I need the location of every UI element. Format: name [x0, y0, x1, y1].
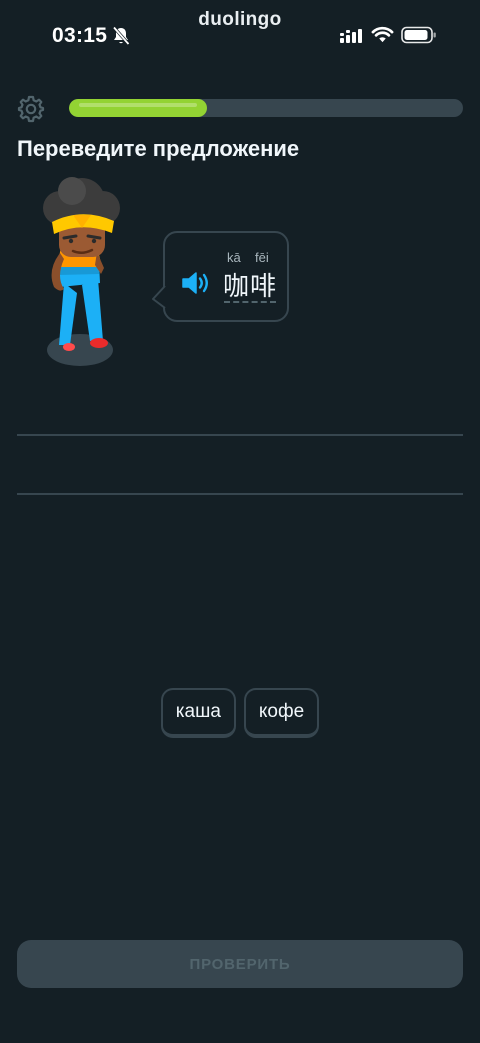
gear-icon[interactable]	[16, 94, 46, 124]
answer-line	[17, 434, 463, 436]
lesson-progress-fill	[69, 99, 207, 117]
cellular-signal-icon	[340, 29, 362, 43]
answer-line	[17, 493, 463, 495]
word-bank: каша кофе	[0, 688, 480, 738]
exercise-prompt: Переведите предложение	[17, 136, 300, 161]
word-tile-kasha[interactable]: каша	[160, 688, 236, 738]
status-bar: 03:15 duolingo	[0, 0, 480, 70]
check-button[interactable]: ПРОВЕРИТЬ	[17, 940, 463, 988]
chinese-phrase[interactable]: 咖啡	[223, 266, 277, 303]
progress-highlight	[79, 103, 197, 107]
lesson-progress-bar	[69, 99, 463, 117]
phrase-hint-underline	[224, 301, 276, 303]
wifi-icon	[371, 26, 394, 43]
word-tile-kofe[interactable]: кофе	[243, 688, 320, 738]
pinyin-syllable: fēi	[255, 250, 269, 265]
speech-bubble-tail	[152, 285, 166, 309]
character-illustration	[43, 177, 120, 366]
pinyin-syllable: kā	[227, 250, 241, 265]
speech-bubble: kā fēi 咖啡	[152, 231, 289, 322]
speaker-icon[interactable]	[181, 270, 211, 296]
battery-icon	[401, 26, 436, 44]
